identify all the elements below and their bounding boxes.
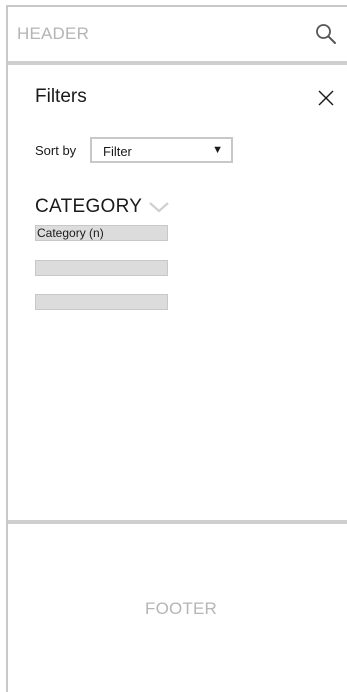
panel-title: Filters	[35, 86, 87, 107]
search-icon[interactable]	[314, 22, 338, 46]
footer-divider	[8, 520, 347, 524]
category-item-label: Category (n)	[37, 226, 104, 240]
frame-left-border	[6, 5, 8, 692]
header-title: HEADER	[17, 24, 90, 43]
chevron-down-icon[interactable]	[148, 200, 170, 214]
category-item[interactable]: Category (n)	[35, 225, 168, 241]
sort-select[interactable]: Filter ▼	[90, 137, 233, 163]
footer-label: FOOTER	[145, 599, 218, 618]
caret-down-icon: ▼	[212, 144, 223, 156]
category-item[interactable]	[35, 294, 168, 310]
category-heading: CATEGORY	[35, 196, 143, 217]
sort-select-value: Filter	[103, 144, 132, 159]
header-bar: HEADER	[8, 5, 347, 61]
category-item[interactable]	[35, 260, 168, 276]
sort-label: Sort by	[35, 143, 77, 158]
close-icon[interactable]	[316, 88, 336, 108]
header-divider	[8, 61, 347, 65]
